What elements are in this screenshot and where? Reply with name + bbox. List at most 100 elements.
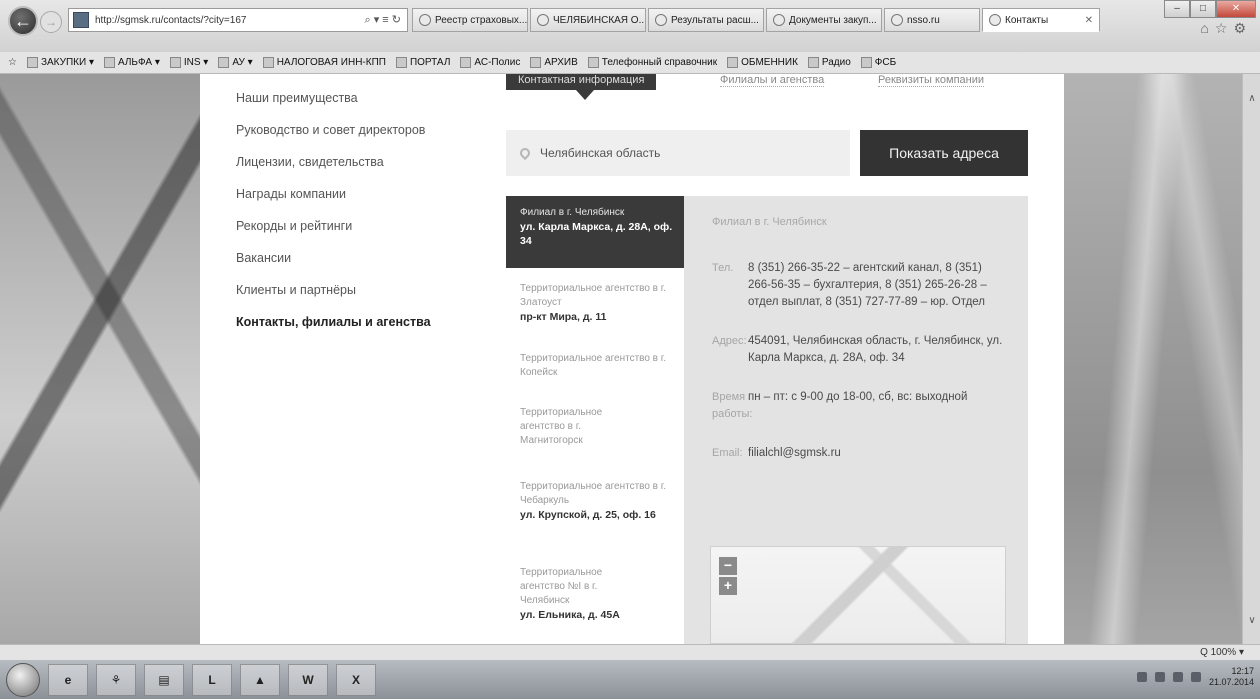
- phone-book-icon: [587, 57, 599, 68]
- nav-item[interactable]: Клиенты и партнёры: [236, 280, 476, 312]
- agency-item-active[interactable]: Филиал в г. Челябинск ул. Карла Маркса, …: [506, 196, 684, 268]
- address-label: Адрес:: [712, 335, 747, 347]
- favorite-item[interactable]: ЗАКУПКИ ▾: [26, 57, 94, 68]
- section-nav: Наши преимущества Руководство и совет ди…: [236, 88, 476, 344]
- branch-details: Филиал в г. Челябинск Тел. 8 (351) 266-3…: [684, 196, 1028, 644]
- pdf-taskbar-icon[interactable]: ▲: [240, 663, 280, 696]
- ie-taskbar-icon[interactable]: e: [48, 663, 88, 696]
- nav-item[interactable]: Лицензии, свидетельства: [236, 152, 476, 184]
- nav-item[interactable]: Наши преимущества: [236, 88, 476, 120]
- browser-tab[interactable]: Реестр страховых...: [412, 8, 528, 32]
- folder-icon: [218, 57, 230, 68]
- hours-label: Время работы:: [712, 391, 753, 420]
- email-label: Email:: [712, 447, 743, 459]
- excel-taskbar-icon[interactable]: X: [336, 663, 376, 696]
- explorer-taskbar-icon[interactable]: ▤: [144, 663, 184, 696]
- browser-tab[interactable]: Результаты расш...: [648, 8, 764, 32]
- exchange-icon: [727, 57, 739, 68]
- favorites-star-icon[interactable]: ☆: [1215, 20, 1234, 36]
- zoom-level[interactable]: Q 100% ▾: [1200, 647, 1244, 658]
- site-favicon-icon: [73, 12, 89, 28]
- favorite-item[interactable]: INS ▾: [169, 57, 208, 68]
- word-taskbar-icon[interactable]: W: [288, 663, 328, 696]
- favorites-bar: ☆ ЗАКУПКИ ▾ АЛЬФА ▾ INS ▾ АУ ▾ НАЛОГОВАЯ…: [0, 52, 1260, 74]
- tray-network-icon[interactable]: [1154, 672, 1165, 682]
- nav-item-active[interactable]: Контакты, филиалы и агенства: [236, 312, 476, 344]
- scroll-up-arrow-icon[interactable]: ∧: [1243, 90, 1260, 108]
- address-row: Адрес: 454091, Челябинская область, г. Ч…: [712, 333, 1006, 367]
- agency-item[interactable]: Территориальное агентство в г. Златоуст …: [506, 268, 684, 344]
- browser-tab[interactable]: Документы закуп...: [766, 8, 882, 32]
- page-scrollbar[interactable]: ∧ ∨: [1242, 74, 1260, 644]
- show-addresses-button[interactable]: Показать адреса: [860, 130, 1028, 176]
- tab-branches[interactable]: Филиалы и агенства: [720, 74, 825, 87]
- region-search: [506, 130, 850, 176]
- scroll-down-arrow-icon[interactable]: ∨: [1243, 612, 1260, 630]
- tab-pointer: [576, 90, 594, 100]
- agency-list: Филиал в г. Челябинск ул. Карла Маркса, …: [506, 196, 684, 644]
- nav-item[interactable]: Руководство и совет директоров: [236, 120, 476, 152]
- forward-button[interactable]: →: [40, 11, 62, 33]
- tray-flag-icon[interactable]: [1190, 672, 1201, 682]
- favorites-star-icon[interactable]: ☆: [8, 57, 17, 68]
- home-icon[interactable]: ⌂: [1200, 20, 1214, 36]
- tab-favicon-icon: [773, 14, 785, 26]
- favorite-item[interactable]: АС-Полис: [460, 57, 520, 68]
- agency-item[interactable]: Территориальное агентство в г. Магнитого…: [506, 398, 684, 472]
- browser-tab-active[interactable]: Контакты ✕: [982, 8, 1100, 32]
- tab-favicon-icon: [537, 14, 549, 26]
- tray-arrow-icon[interactable]: [1136, 672, 1147, 682]
- agency-item[interactable]: Территориальное агентство №I в г. Челяби…: [506, 558, 684, 628]
- favorite-item[interactable]: НАЛОГОВАЯ ИНН-КПП: [262, 57, 386, 68]
- maximize-button[interactable]: □: [1190, 0, 1216, 18]
- email-link[interactable]: filialchl@sgmsk.ru: [748, 445, 841, 462]
- favorite-item[interactable]: АУ ▾: [218, 57, 253, 68]
- favorite-item[interactable]: АРХИВ: [530, 57, 578, 68]
- browser-tab[interactable]: nsso.ru: [884, 8, 980, 32]
- favorite-item[interactable]: Радио: [807, 57, 851, 68]
- tab-favicon-icon: [419, 14, 431, 26]
- close-window-button[interactable]: ✕: [1216, 0, 1256, 18]
- folder-icon: [26, 57, 38, 68]
- address-value: 454091, Челябинская область, г. Челябинс…: [748, 335, 1003, 364]
- start-button[interactable]: [6, 662, 40, 697]
- nav-item[interactable]: Награды компании: [236, 184, 476, 216]
- location-pin-icon: [517, 145, 533, 161]
- email-row: Email: filialchl@sgmsk.ru: [712, 445, 1006, 462]
- gear-icon[interactable]: ⚙: [1233, 20, 1252, 36]
- tab-contact-info[interactable]: Контактная информация: [506, 74, 657, 90]
- phone-row: Тел. 8 (351) 266-35-22 – агентский канал…: [712, 260, 1006, 311]
- minimize-button[interactable]: ‒: [1164, 0, 1190, 18]
- taskbar: e ⚘ ▤ L ▲ W X 12:17 21.07.2014: [0, 660, 1260, 699]
- globe-icon: [262, 57, 274, 68]
- favorite-item[interactable]: АЛЬФА ▾: [103, 57, 160, 68]
- tab-favicon-icon: [655, 14, 667, 26]
- back-button[interactable]: ←: [8, 6, 38, 36]
- page-icon: [530, 57, 542, 68]
- tab-close-icon[interactable]: ✕: [1075, 15, 1093, 26]
- app-taskbar-icon[interactable]: ⚘: [96, 663, 136, 696]
- page-tabs: Контактная информация Филиалы и агенства…: [506, 74, 1028, 90]
- url-text[interactable]: http://sgmsk.ru/contacts/?city=167: [95, 15, 365, 26]
- agency-item[interactable]: Территориальное агентство в г. Копейск: [506, 344, 684, 398]
- favorite-item[interactable]: ПОРТАЛ: [395, 57, 450, 68]
- map-zoom-in-button[interactable]: +: [719, 577, 737, 595]
- tab-requisites[interactable]: Реквизиты компании: [878, 74, 985, 87]
- clock[interactable]: 12:17 21.07.2014: [1209, 666, 1254, 688]
- branch-map[interactable]: − +: [710, 546, 1006, 644]
- tray-volume-icon[interactable]: [1172, 672, 1183, 682]
- lync-taskbar-icon[interactable]: L: [192, 663, 232, 696]
- browser-tools: ⌂☆⚙: [1200, 20, 1252, 37]
- address-tools[interactable]: ⌕ ▾ ≡ ↻: [365, 13, 402, 27]
- favorite-item[interactable]: ОБМЕННИК: [727, 57, 798, 68]
- page-icon: [460, 57, 472, 68]
- nav-item[interactable]: Рекорды и рейтинги: [236, 216, 476, 248]
- nav-item[interactable]: Вакансии: [236, 248, 476, 280]
- browser-tab[interactable]: ЧЕЛЯБИНСКАЯ О...: [530, 8, 646, 32]
- region-input[interactable]: [540, 146, 830, 160]
- map-zoom-out-button[interactable]: −: [719, 557, 737, 575]
- favorite-item[interactable]: Телефонный справочник: [587, 57, 717, 68]
- address-bar[interactable]: http://sgmsk.ru/contacts/?city=167 ⌕ ▾ ≡…: [68, 8, 408, 32]
- favorite-item[interactable]: ФСБ: [860, 57, 896, 68]
- agency-item[interactable]: Территориальное агентство в г. Чебаркуль…: [506, 472, 684, 558]
